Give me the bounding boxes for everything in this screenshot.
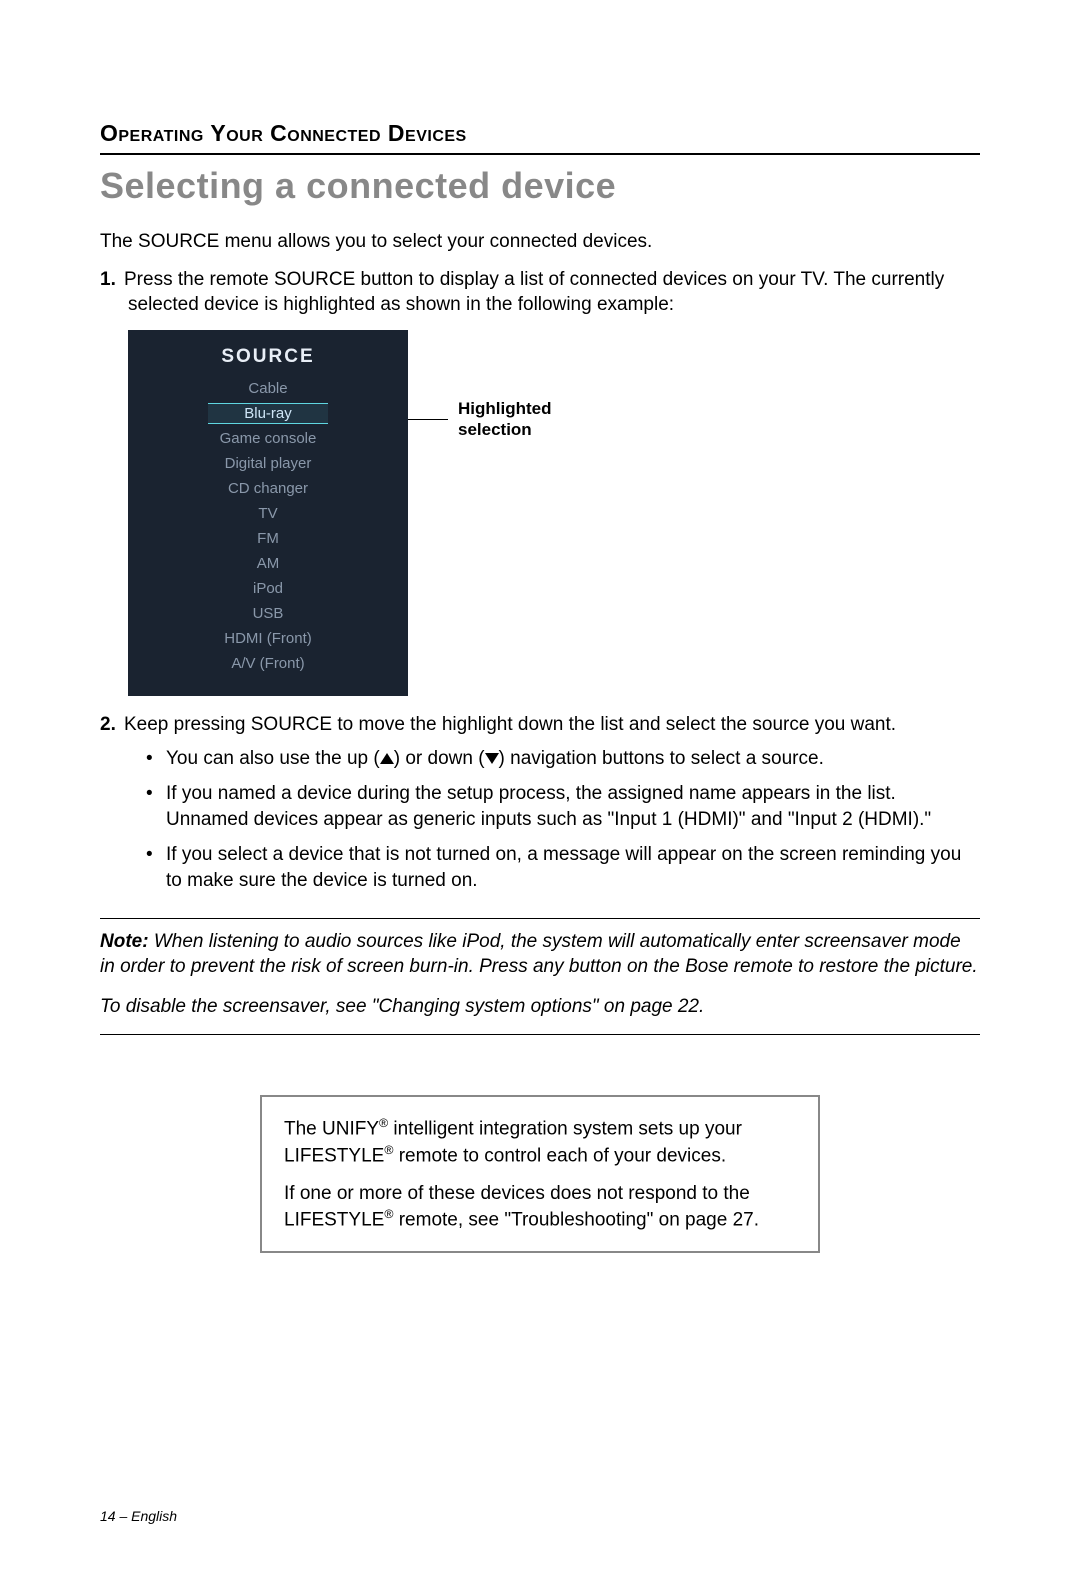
- step-text: Press the remote SOURCE button to displa…: [124, 269, 944, 316]
- note-rule-bottom: [100, 1034, 980, 1035]
- section-rule: [100, 153, 980, 155]
- source-item: HDMI (Front): [224, 628, 312, 649]
- callout-leader-line: [408, 419, 448, 420]
- source-menu-title: SOURCE: [221, 346, 314, 368]
- section-header: Operating Your Connected Devices: [100, 120, 980, 147]
- source-item: Game console: [220, 428, 317, 449]
- source-item: Cable: [248, 378, 287, 399]
- info-box: The UNIFY® intelligent integration syste…: [260, 1095, 820, 1254]
- registered-mark: ®: [379, 1116, 388, 1130]
- page-title: Selecting a connected device: [100, 165, 980, 207]
- source-item: Digital player: [225, 453, 312, 474]
- source-item: USB: [253, 603, 284, 624]
- bullet-named-device: If you named a device during the setup p…: [146, 781, 980, 832]
- step-number: 2.: [100, 712, 124, 738]
- source-item: A/V (Front): [231, 653, 304, 674]
- step-text: Keep pressing SOURCE to move the highlig…: [124, 714, 896, 735]
- figure-callout: Highlighted selection: [408, 398, 551, 441]
- info-p2: If one or more of these devices does not…: [284, 1181, 796, 1234]
- callout-label: Highlighted selection: [458, 398, 551, 441]
- step-1: 1.Press the remote SOURCE button to disp…: [128, 267, 980, 318]
- note-disable: To disable the screensaver, see "Changin…: [100, 994, 980, 1020]
- step-number: 1.: [100, 267, 124, 293]
- info-p1: The UNIFY® intelligent integration syste…: [284, 1115, 796, 1169]
- down-arrow-icon: [485, 753, 499, 764]
- bullet-nav-buttons: You can also use the up () or down () na…: [146, 746, 980, 772]
- source-item: TV: [258, 503, 277, 524]
- source-item: AM: [257, 553, 280, 574]
- step-2: 2.Keep pressing SOURCE to move the highl…: [128, 712, 980, 894]
- up-arrow-icon: [380, 753, 394, 764]
- note-body: When listening to audio sources like iPo…: [100, 931, 978, 978]
- source-item-highlighted: Blu-ray: [208, 403, 328, 424]
- source-menu-figure: SOURCE Cable Blu-ray Game console Digita…: [128, 330, 980, 696]
- note-rule-top: [100, 918, 980, 919]
- source-item: FM: [257, 528, 279, 549]
- page-footer: 14 – English: [100, 1508, 177, 1524]
- note-paragraph: Note: When listening to audio sources li…: [100, 929, 980, 980]
- source-item: CD changer: [228, 478, 308, 499]
- note-label: Note:: [100, 931, 149, 952]
- source-item: iPod: [253, 578, 283, 599]
- bullet-device-off: If you select a device that is not turne…: [146, 842, 980, 893]
- intro-text: The SOURCE menu allows you to select you…: [100, 229, 980, 255]
- source-menu: SOURCE Cable Blu-ray Game console Digita…: [128, 330, 408, 696]
